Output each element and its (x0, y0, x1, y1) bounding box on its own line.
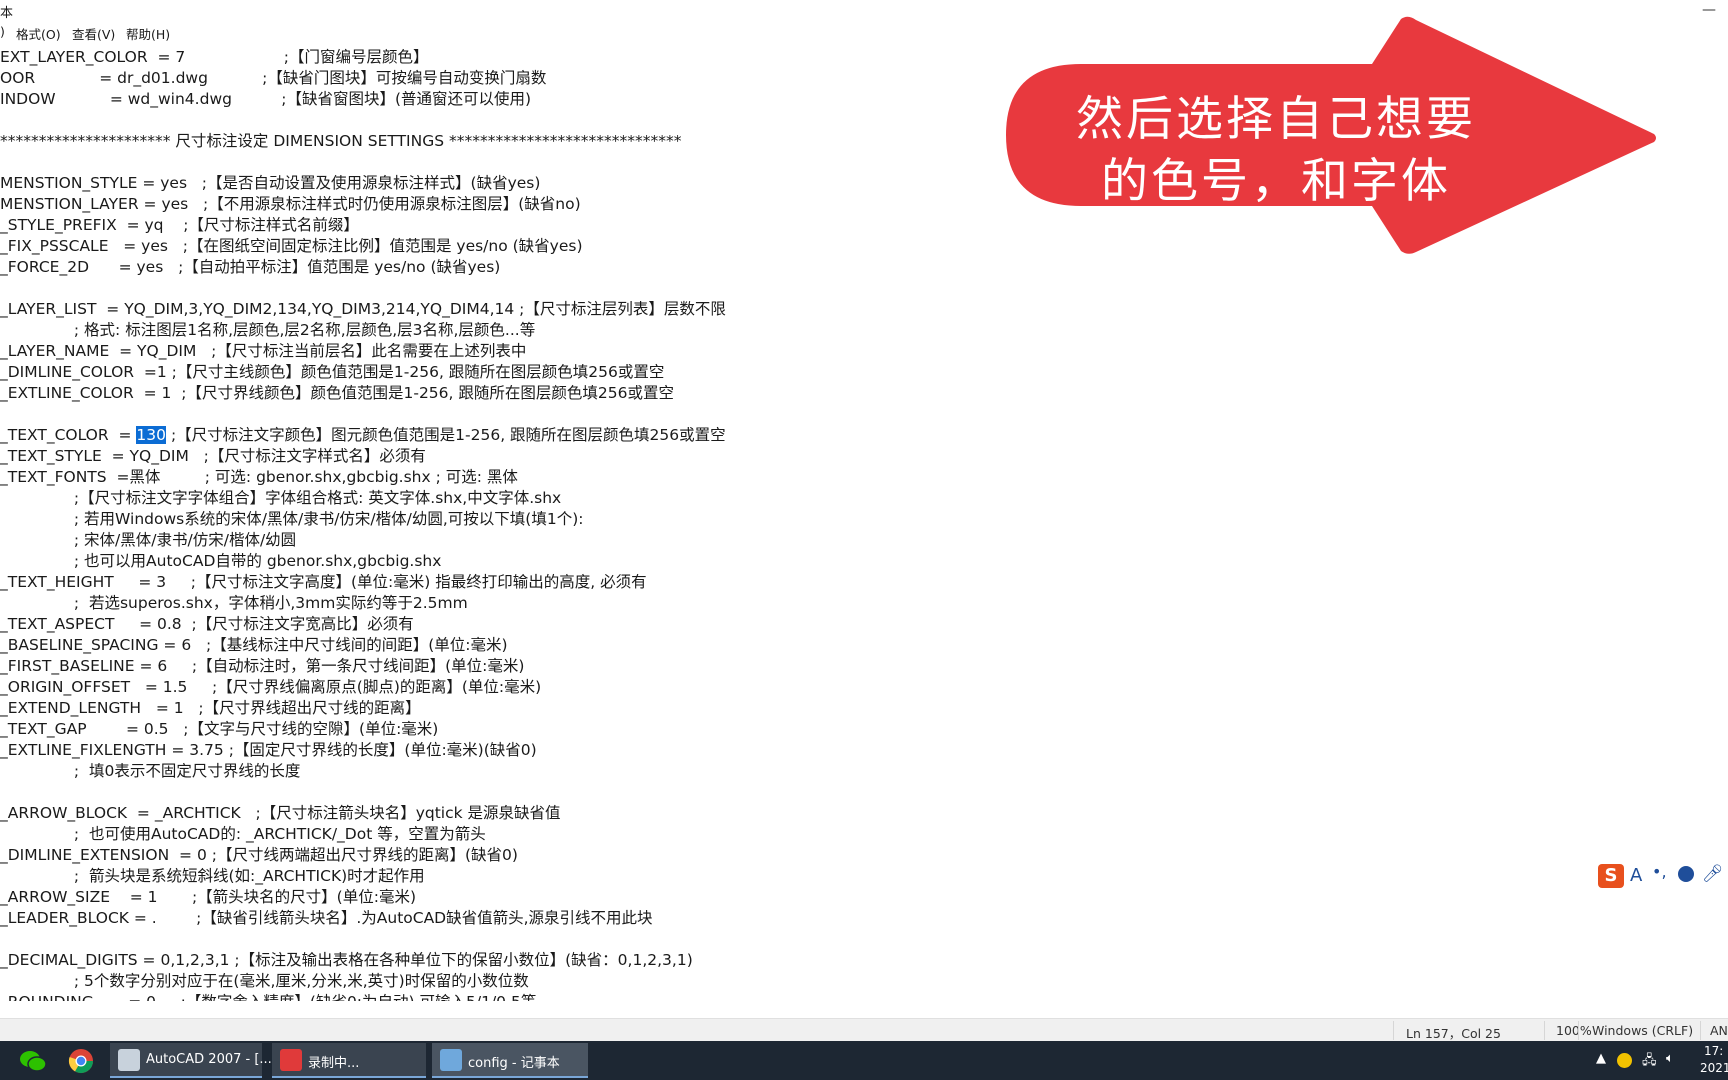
editor-line: _DECIMAL_DIGITS = 0,1,2,3,1 ;【标注及输出表格在各种… (0, 951, 693, 969)
minimize-button[interactable]: — (1702, 2, 1716, 18)
editor-line: ;【尺寸标注文字字体组合】字体组合格式: 英文字体.shx,中文字体.shx (0, 489, 562, 507)
editor-line: ; 格式: 标注图层1名称,层颜色,层2名称,层颜色,层3名称,层颜色...等 (0, 321, 536, 339)
editor-line: _FORCE_2D = yes ;【自动拍平标注】值范围是 yes/no (缺省… (0, 258, 501, 276)
ime-mode-label[interactable]: A (1630, 865, 1642, 886)
network-icon[interactable]: 🖧︎ (1642, 1051, 1657, 1073)
editor-line: _ARROW_BLOCK = _ARCHTICK ;【尺寸标注箭头块名】yqti… (0, 804, 561, 822)
editor-line: _EXTLINE_COLOR = 1 ;【尺寸界线颜色】颜色值范围是1-256,… (0, 384, 674, 402)
editor-line: ; 宋体/黑体/隶书/仿宋/楷体/幼圆 (0, 531, 297, 549)
encoding: AN (1710, 1023, 1728, 1038)
line-text: _TEXT_COLOR = (0, 426, 137, 444)
editor-line: _FIRST_BASELINE = 6 ;【自动标注时，第一条尺寸线间距】(单位… (0, 657, 525, 675)
editor-line: _BASELINE_SPACING = 6 ;【基线标注中尺寸线间的间距】(单位… (0, 636, 508, 654)
sogou-icon[interactable]: S (1598, 864, 1624, 888)
status-divider (1578, 1021, 1579, 1040)
clock-time[interactable]: 17: (1704, 1044, 1723, 1058)
editor-line: _STYLE_PREFIX = yq ;【尺寸标注样式名前缀】 (0, 216, 359, 234)
editor-line: ; 5个数字分别对应于在(毫米,厘米,分米,米,英寸)时保留的小数位数 (0, 972, 529, 990)
editor-line: _TEXT_HEIGHT = 3 ;【尺寸标注文字高度】(单位:毫米) 指最终打… (0, 573, 647, 591)
status-divider (1393, 1021, 1394, 1040)
recorder-icon (280, 1049, 302, 1071)
editor-line-selected: _TEXT_COLOR = 130 ;【尺寸标注文字颜色】图元颜色值范围是1-2… (0, 425, 726, 446)
editor-line: ; 填0表示不固定尺寸界线的长度 (0, 762, 301, 780)
editor-line: ; 若用Windows系统的宋体/黑体/隶书/仿宋/楷体/幼圆,可按以下填(填1… (0, 510, 584, 528)
editor-line: _ORIGIN_OFFSET = 1.5 ;【尺寸界线偏离原点(脚点)的距离】(… (0, 678, 542, 696)
editor-line: _EXTLINE_FIXLENGTH = 3.75 ;【固定尺寸界线的长度】(单… (0, 741, 537, 759)
punctuation-icon[interactable]: •, (1652, 862, 1667, 881)
editor-line: _TEXT_FONTS =黑体 ; 可选: gbenor.shx,gbcbig.… (0, 468, 518, 486)
line-ending: Windows (CRLF) (1592, 1023, 1694, 1038)
editor-line: ; 也可以用AutoCAD自带的 gbenor.shx,gbcbig.shx (0, 552, 442, 570)
emoji-icon[interactable] (1678, 866, 1694, 882)
notepad-icon (440, 1049, 462, 1071)
menu-edit-fragment[interactable]: ) (0, 24, 5, 39)
clock-date[interactable]: 2021 (1700, 1061, 1728, 1075)
taskbar-app-autocad[interactable]: AutoCAD 2007 - [... (110, 1043, 272, 1078)
volume-icon[interactable]: 🔈︎ (1666, 1051, 1674, 1066)
editor-line: _TEXT_GAP = 0.5 ;【文字与尺寸线的空隙】(单位:毫米) (0, 720, 439, 738)
editor-line: MENSTION_STYLE = yes ;【是否自动设置及使用源泉标注样式】(… (0, 174, 541, 192)
editor-line: _FIX_PSSCALE = yes ;【在图纸空间固定标注比例】值范围是 ye… (0, 237, 583, 255)
editor-line: ; 也可使用AutoCAD的: _ARCHTICK/_Dot 等，空置为箭头 (0, 825, 486, 843)
status-bar: Ln 157，Col 25 100% Windows (CRLF) AN (0, 1018, 1728, 1042)
line-text: ;【尺寸标注文字颜色】图元颜色值范围是1-256, 跟随所在图层颜色填256或置… (166, 426, 726, 444)
show-hidden-icons-icon[interactable]: ▲ (1596, 1051, 1606, 1066)
editor-line: _LAYER_LIST = YQ_DIM,3,YQ_DIM2,134,YQ_DI… (0, 300, 726, 318)
taskbar-app-label: AutoCAD 2007 - [... (146, 1052, 272, 1067)
banner-line-2: 的色号，和字体 (1101, 154, 1451, 209)
menu-view[interactable]: 查看(V) (72, 24, 115, 43)
taskbar-app-label: 录制中... (308, 1056, 360, 1071)
menu-help[interactable]: 帮助(H) (126, 24, 170, 43)
ime-toolbar: S A •, 🎤︎ (1598, 862, 1728, 890)
status-divider (1700, 1021, 1701, 1040)
editor-line: _ROUNDING = 0 ;【数字舍入精度】(缺省0:为自动) 可输入5/1/… (0, 992, 536, 1001)
banner-line-1: 然后选择自己想要 (1076, 92, 1476, 147)
sogou-tray-icon[interactable] (1617, 1053, 1632, 1068)
taskbar-app-label: config - 记事本 (468, 1056, 560, 1071)
editor-line: _LAYER_NAME = YQ_DIM ;【尺寸标注当前层名】此名需要在上述列… (0, 342, 527, 360)
editor-line: ; 若选superos.shx，字体稍小,3mm实际约等于2.5mm (0, 594, 468, 612)
editor-line: _TEXT_ASPECT = 0.8 ;【尺寸标注文字宽高比】必须有 (0, 615, 414, 633)
editor-line: ; 箭头块是系统短斜线(如:_ARCHTICK)时才起作用 (0, 867, 425, 885)
microphone-icon[interactable]: 🎤︎ (1702, 864, 1724, 884)
editor-line: OOR = dr_d01.dwg ;【缺省门图块】可按编号自动变换门扇数 (0, 69, 547, 87)
autocad-icon (118, 1049, 140, 1071)
editor-line: MENSTION_LAYER = yes ;【不用源泉标注样式时仍使用源泉标注图… (0, 195, 581, 213)
cursor-position: Ln 157，Col 25 (1406, 1026, 1501, 1041)
instruction-banner: 然后选择自己想要 的色号，和字体 (1006, 16, 1658, 256)
taskbar-app-notepad[interactable]: config - 记事本 (432, 1043, 588, 1078)
editor-line: _DIMLINE_EXTENSION = 0 ;【尺寸线两端超出尺寸界线的距离】… (0, 846, 518, 864)
editor-line: _EXTEND_LENGTH = 1 ;【尺寸界线超出尺寸线的距离】 (0, 699, 421, 717)
taskbar: AutoCAD 2007 - [... 录制中... config - 记事本 … (0, 1041, 1728, 1080)
chrome-icon[interactable] (64, 1045, 98, 1076)
editor-line: _ARROW_SIZE = 1 ;【箭头块名的尺寸】(单位:毫米) (0, 888, 417, 906)
editor-line: INDOW = wd_win4.dwg ;【缺省窗图块】(普通窗还可以使用) (0, 90, 532, 108)
taskbar-app-recorder[interactable]: 录制中... (272, 1043, 426, 1078)
wechat-icon[interactable] (16, 1045, 50, 1076)
status-divider (1544, 1021, 1545, 1040)
editor-line: _TEXT_STYLE = YQ_DIM ;【尺寸标注文字样式名】必须有 (0, 447, 426, 465)
window-title: 本 (0, 6, 14, 21)
editor-line: EXT_LAYER_COLOR = 7 ;【门窗编号层颜色】 (0, 48, 429, 66)
selected-text[interactable]: 130 (136, 426, 167, 444)
zoom-level: 100% (1556, 1023, 1592, 1038)
menu-format[interactable]: 格式(O) (16, 24, 61, 43)
editor-line: _LEADER_BLOCK = . ;【缺省引线箭头块名】.为AutoCAD缺省… (0, 909, 653, 927)
editor-line: ********************** 尺寸标注设定 DIMENSION … (0, 132, 682, 150)
editor-line: _DIMLINE_COLOR =1 ;【尺寸主线颜色】颜色值范围是1-256, … (0, 363, 665, 381)
